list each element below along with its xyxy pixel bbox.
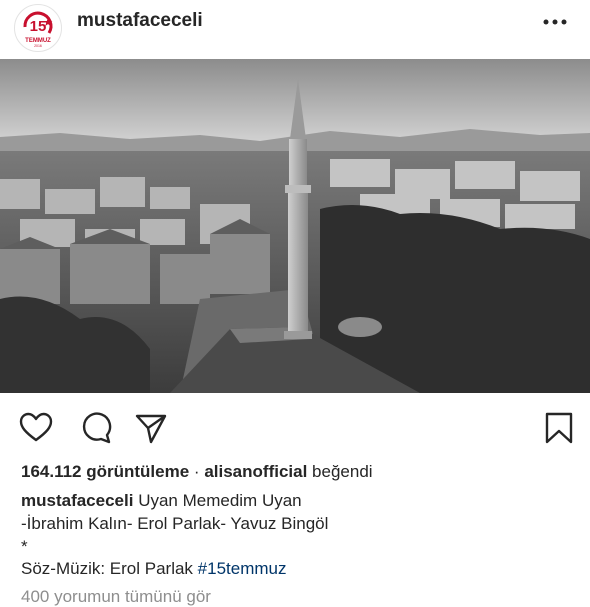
post-header: 15 TEMMUZ 2016 mustafaceceli [0, 0, 590, 58]
avatar-badge-number: 15 [30, 18, 47, 35]
caption-username[interactable]: mustafaceceli [21, 491, 133, 510]
caption-line-4: Söz-Müzik: Erol Parlak #15temmuz [21, 559, 287, 579]
liked-by-username[interactable]: alisanofficial [204, 462, 307, 481]
hashtag-link[interactable]: #15temmuz [198, 559, 287, 578]
caption-line-2: -İbrahim Kalın- Erol Parlak- Yavuz Bingö… [21, 514, 329, 533]
stats-separator: · [193, 462, 200, 481]
post-username[interactable]: mustafaceceli [77, 10, 203, 32]
paper-plane-icon[interactable] [134, 411, 168, 445]
bookmark-outline-icon[interactable] [542, 411, 576, 445]
heart-outline-icon[interactable] [19, 411, 53, 445]
stats-line: 164.112 görüntüleme · alisanofficial beğ… [21, 462, 373, 482]
15-temmuz-logo-icon: 15 TEMMUZ 2016 [16, 6, 60, 50]
view-count[interactable]: 164.112 görüntüleme [21, 462, 189, 481]
liked-suffix: beğendi [312, 462, 373, 481]
post-photo[interactable] [0, 59, 590, 393]
aerial-town-minaret-image [0, 59, 590, 393]
avatar-badge-year: 2016 [34, 44, 42, 48]
view-all-comments-link[interactable]: 400 yorumun tümünü gör [21, 587, 211, 607]
caption-line-1: mustafaceceli Uyan Memedim Uyan [21, 491, 302, 511]
avatar[interactable]: 15 TEMMUZ 2016 [14, 4, 62, 52]
caption-line-3: * [21, 537, 28, 556]
more-dots-icon[interactable] [540, 12, 570, 32]
comment-bubble-icon[interactable] [79, 411, 113, 445]
caption-credit: Söz-Müzik: Erol Parlak [21, 559, 193, 578]
action-bar [0, 393, 590, 457]
caption-title: Uyan Memedim Uyan [138, 491, 302, 510]
